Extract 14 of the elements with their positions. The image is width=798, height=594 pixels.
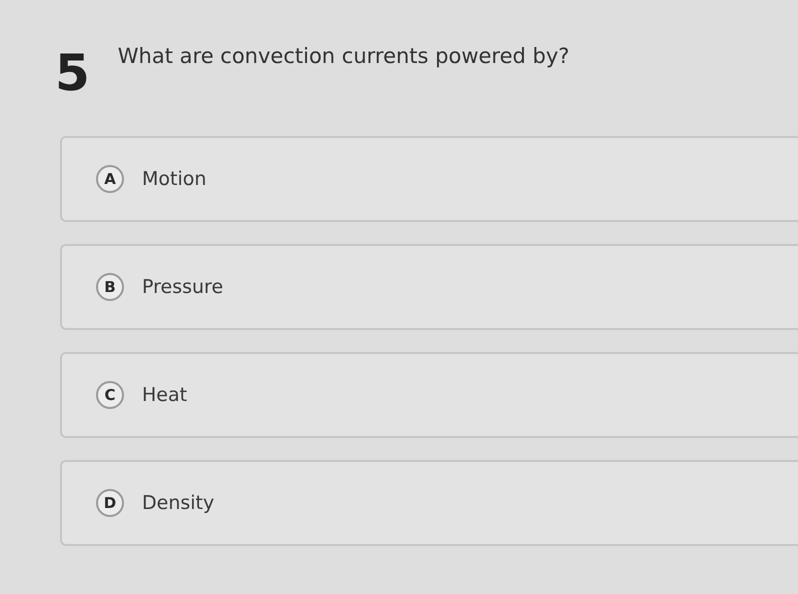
option-letter: A — [96, 165, 124, 193]
question-text: What are convection currents powered by? — [118, 44, 570, 68]
option-letter: C — [96, 381, 124, 409]
option-text: Density — [142, 492, 214, 514]
answer-option[interactable]: C Heat — [60, 352, 798, 438]
option-text: Heat — [142, 384, 188, 406]
option-letter: B — [96, 273, 124, 301]
option-text: Motion — [142, 168, 206, 190]
answer-option[interactable]: A Motion — [60, 136, 798, 222]
option-letter: D — [96, 489, 124, 517]
option-text: Pressure — [142, 276, 224, 298]
question-number: 5 — [55, 48, 90, 98]
answer-option[interactable]: D Density — [60, 460, 798, 546]
answer-option[interactable]: B Pressure — [60, 244, 798, 330]
